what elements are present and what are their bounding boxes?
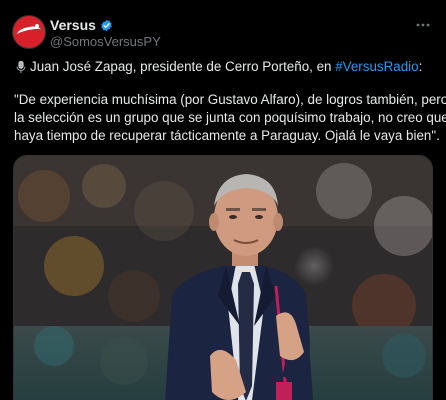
more-options-button[interactable] — [413, 15, 433, 35]
author-display-name[interactable]: Versus — [50, 16, 96, 34]
intro-text: Juan José Zapag, presidente de Cerro Por… — [30, 59, 336, 74]
quote-line: "De experiencia muchísima (por Gustavo A… — [14, 92, 446, 107]
avatar[interactable] — [13, 16, 45, 48]
author-name-row: Versus — [50, 16, 113, 34]
tweet-media-photo[interactable] — [13, 155, 433, 400]
microphone-icon — [16, 60, 26, 74]
coach-photo-illustration — [14, 156, 432, 400]
hashtag-link[interactable]: #VersusRadio — [335, 59, 418, 74]
intro-suffix: : — [418, 59, 423, 74]
author-handle[interactable]: @SomosVersusPY — [50, 34, 161, 50]
quote-line: la selección es un grupo que se junta co… — [14, 110, 446, 125]
avatar-logo-dot — [35, 24, 39, 28]
tweet-header: Versus @SomosVersusPY — [13, 13, 433, 49]
tweet-quote-text: "De experiencia muchísima (por Gustavo A… — [14, 91, 446, 145]
tweet-card[interactable]: Versus @SomosVersusPY Juan José Zapag, p… — [0, 0, 446, 400]
verified-badge-icon — [101, 19, 112, 31]
more-dots-icon — [416, 23, 430, 27]
tweet-intro-line: Juan José Zapag, presidente de Cerro Por… — [14, 58, 422, 76]
quote-line: haya tiempo de recuperar tácticamente a … — [14, 128, 440, 143]
